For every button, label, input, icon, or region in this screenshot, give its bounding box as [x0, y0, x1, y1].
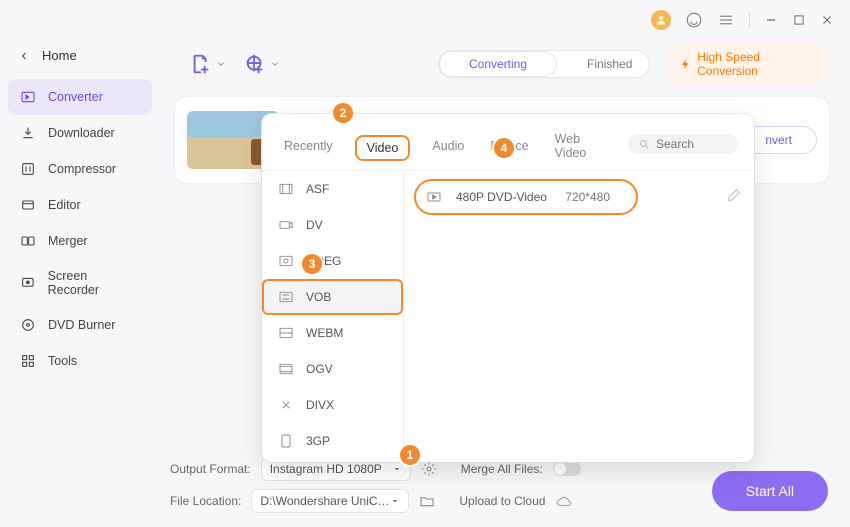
nav-label: DVD Burner: [48, 318, 115, 332]
search-input[interactable]: [656, 137, 728, 151]
nav-converter[interactable]: Converter: [8, 79, 152, 115]
tab-finished[interactable]: Finished: [557, 51, 650, 77]
callout-2: 2: [333, 103, 353, 123]
home-label: Home: [42, 48, 77, 63]
sidebar: Home Converter Downloader Compressor Edi…: [0, 40, 160, 527]
format-icon: [278, 181, 294, 197]
chevron-down-icon: [270, 59, 280, 69]
nav-tools[interactable]: Tools: [8, 343, 152, 379]
format-label: WEBM: [306, 326, 343, 340]
status-tabs: Converting Finished: [438, 50, 650, 78]
search-icon: [638, 138, 650, 150]
format-icon: [278, 253, 294, 269]
callout-3: 3: [302, 254, 322, 274]
nav-label: Tools: [48, 354, 77, 368]
compressor-icon: [20, 161, 36, 177]
file-location-label: File Location:: [170, 494, 241, 508]
nav-label: Compressor: [48, 162, 116, 176]
format-dv[interactable]: DV: [262, 207, 403, 243]
add-url-button[interactable]: [244, 53, 280, 75]
cloud-icon[interactable]: [555, 492, 573, 510]
format-search[interactable]: [628, 134, 738, 154]
preset-resolution: 720*480: [565, 190, 610, 204]
titlebar: [0, 0, 850, 40]
nav-compressor[interactable]: Compressor: [8, 151, 152, 187]
nav-screen-recorder[interactable]: Screen Recorder: [8, 259, 152, 307]
converter-icon: [20, 89, 36, 105]
format-icon: [278, 361, 294, 377]
nav-dvd-burner[interactable]: DVD Burner: [8, 307, 152, 343]
callout-4: 4: [494, 138, 514, 158]
close-button[interactable]: [820, 13, 834, 27]
open-folder-icon[interactable]: [419, 493, 435, 509]
nav-label: Screen Recorder: [48, 269, 140, 297]
upload-cloud-label: Upload to Cloud: [459, 494, 545, 508]
user-avatar[interactable]: [651, 10, 671, 30]
video-icon: [426, 189, 442, 205]
tab-web-video[interactable]: Web Video: [551, 126, 610, 170]
home-breadcrumb[interactable]: Home: [8, 40, 152, 79]
editor-icon: [20, 197, 36, 213]
chevron-down-icon: [216, 59, 226, 69]
format-asf[interactable]: ASF: [262, 171, 403, 207]
format-webm[interactable]: WEBM: [262, 315, 403, 351]
maximize-button[interactable]: [792, 13, 806, 27]
file-location-value: D:\Wondershare UniConverter 1: [260, 494, 390, 508]
format-label: DV: [306, 218, 323, 232]
start-all-button[interactable]: Start All: [712, 471, 828, 511]
minimize-button[interactable]: [764, 13, 778, 27]
format-label: DIVX: [306, 398, 334, 412]
format-label: OGV: [306, 362, 333, 376]
tab-video[interactable]: Video: [355, 135, 411, 161]
bolt-icon: [680, 58, 691, 70]
nav-label: Downloader: [48, 126, 115, 140]
format-popup: Recently Video Audio Device Web Video AS…: [262, 114, 754, 462]
format-list: ASF DV MPEG VOB WEBM OGV DIVX 3GP: [262, 171, 404, 477]
format-divx[interactable]: DIVX: [262, 387, 403, 423]
format-icon: [278, 289, 294, 305]
high-speed-label: High Speed Conversion: [697, 50, 816, 78]
chevron-down-icon: [390, 496, 400, 506]
output-format-label: Output Format:: [170, 462, 251, 476]
format-icon: [278, 397, 294, 413]
format-vob[interactable]: VOB: [262, 279, 403, 315]
nav-label: Merger: [48, 234, 88, 248]
nav-label: Converter: [48, 90, 103, 104]
format-icon: [278, 325, 294, 341]
nav-editor[interactable]: Editor: [8, 187, 152, 223]
preset-panel: 480P DVD-Video 720*480: [404, 171, 754, 477]
format-label: ASF: [306, 182, 329, 196]
add-file-button[interactable]: [190, 53, 226, 75]
tools-icon: [20, 353, 36, 369]
merger-icon: [20, 233, 36, 249]
add-file-icon: [190, 53, 212, 75]
download-icon: [20, 125, 36, 141]
tab-recently[interactable]: Recently: [280, 133, 337, 163]
format-label: 3GP: [306, 434, 330, 448]
nav-label: Editor: [48, 198, 81, 212]
nav-merger[interactable]: Merger: [8, 223, 152, 259]
add-url-icon: [244, 53, 266, 75]
file-location-dropdown[interactable]: D:\Wondershare UniConverter 1: [251, 489, 409, 513]
callout-1: 1: [400, 445, 420, 465]
tab-audio[interactable]: Audio: [428, 133, 468, 163]
menu-icon[interactable]: [717, 11, 735, 29]
recorder-icon: [20, 275, 36, 291]
format-icon: [278, 217, 294, 233]
format-ogv[interactable]: OGV: [262, 351, 403, 387]
format-label: VOB: [306, 290, 331, 304]
format-3gp[interactable]: 3GP: [262, 423, 403, 459]
toolbar: Converting Finished High Speed Conversio…: [164, 40, 834, 94]
dvd-icon: [20, 317, 36, 333]
preset-480p-dvd[interactable]: 480P DVD-Video 720*480: [416, 181, 636, 213]
edit-preset-icon[interactable]: [726, 187, 742, 203]
preset-name: 480P DVD-Video: [456, 190, 547, 204]
format-mpeg[interactable]: MPEG: [262, 243, 403, 279]
support-icon[interactable]: [685, 11, 703, 29]
format-icon: [278, 433, 294, 449]
high-speed-badge[interactable]: High Speed Conversion: [668, 44, 828, 84]
tab-converting[interactable]: Converting: [439, 51, 557, 77]
nav-downloader[interactable]: Downloader: [8, 115, 152, 151]
